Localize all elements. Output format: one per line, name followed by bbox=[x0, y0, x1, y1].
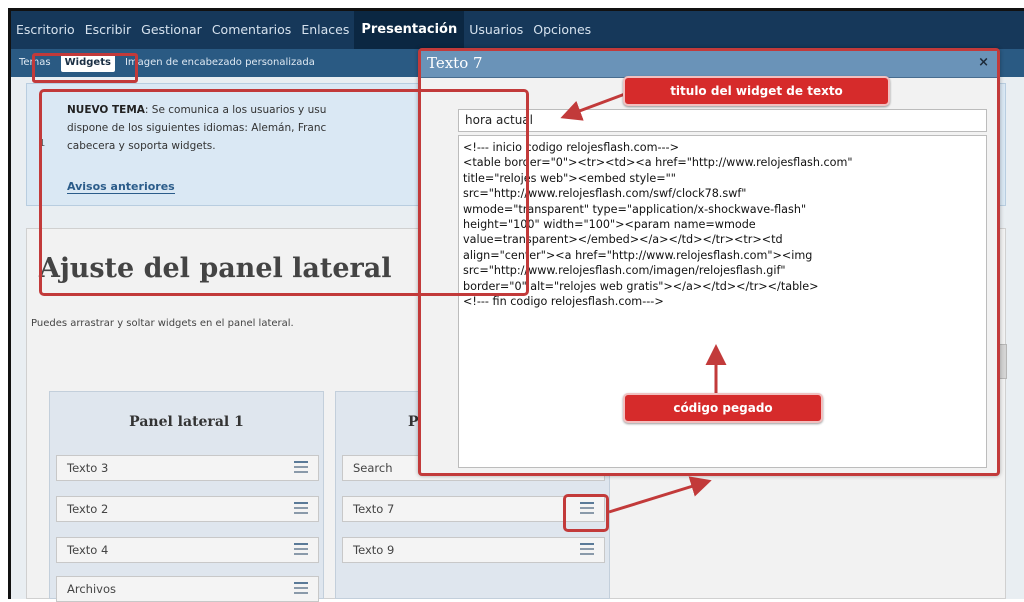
nav-presentacion[interactable]: Presentación bbox=[354, 11, 465, 49]
page-subtitle: Puedes arrastrar y soltar widgets en el … bbox=[31, 318, 294, 329]
widget-item[interactable]: Texto 2 bbox=[56, 496, 319, 522]
nav-escribir[interactable]: Escribir bbox=[80, 11, 136, 49]
title-callout-label: titulo del widget de texto bbox=[623, 76, 890, 106]
top-navigation: Escritorio Escribir Gestionar Comentario… bbox=[11, 11, 1024, 49]
widget-label: Texto 3 bbox=[67, 461, 109, 475]
widget-label: Texto 4 bbox=[67, 543, 109, 557]
subnav-header-image[interactable]: Imagen de encabezado personalizada bbox=[119, 49, 321, 77]
dialog-header: Texto 7 × bbox=[421, 51, 997, 78]
nav-enlaces[interactable]: Enlaces bbox=[296, 11, 354, 49]
widget-label: Search bbox=[353, 461, 393, 475]
handle-highlight-box bbox=[563, 494, 609, 532]
drag-handle-icon[interactable] bbox=[292, 542, 310, 560]
widget-label: Texto 9 bbox=[353, 543, 395, 557]
code-callout-label: código pegado bbox=[623, 393, 823, 423]
widget-item[interactable]: Texto 3 bbox=[56, 455, 319, 481]
widget-title-input[interactable]: hora actual bbox=[458, 109, 987, 132]
widget-item[interactable]: Texto 9 bbox=[342, 537, 605, 563]
nav-opciones[interactable]: Opciones bbox=[528, 11, 596, 49]
drag-handle-icon[interactable] bbox=[292, 581, 310, 599]
nav-comentarios[interactable]: Comentarios bbox=[207, 11, 297, 49]
close-icon[interactable]: × bbox=[978, 55, 989, 70]
pasted-code: <!--- inicio codigo relojesflash.com--->… bbox=[463, 141, 853, 309]
drag-handle-icon[interactable] bbox=[292, 501, 310, 519]
code-highlight-box bbox=[39, 89, 529, 296]
widget-label: Texto 7 bbox=[353, 502, 395, 516]
drag-handle-icon[interactable] bbox=[578, 542, 596, 560]
nav-gestionar[interactable]: Gestionar bbox=[136, 11, 207, 49]
title-highlight-box bbox=[32, 53, 138, 83]
nav-escritorio[interactable]: Escritorio bbox=[11, 11, 80, 49]
widget-label: Archivos bbox=[67, 582, 116, 596]
dialog-title: Texto 7 bbox=[427, 54, 483, 72]
widget-item[interactable]: Texto 4 bbox=[56, 537, 319, 563]
sidebar-panel-1: Panel lateral 1 Texto 3 Texto 2 Texto 4 … bbox=[49, 391, 324, 602]
nav-usuarios[interactable]: Usuarios bbox=[464, 11, 528, 49]
widget-label: Texto 2 bbox=[67, 502, 109, 516]
widget-item[interactable]: Archivos bbox=[56, 576, 319, 602]
panel-1-title: Panel lateral 1 bbox=[129, 414, 244, 430]
drag-handle-icon[interactable] bbox=[292, 460, 310, 478]
